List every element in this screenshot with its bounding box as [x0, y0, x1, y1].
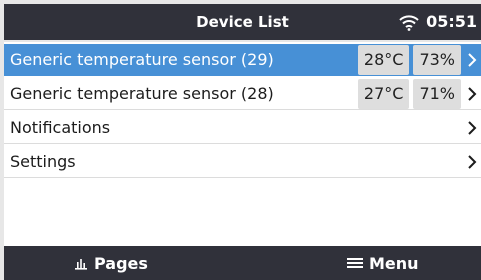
- list-item-notifications[interactable]: Notifications: [4, 112, 481, 144]
- bottom-bar: Pages Menu: [4, 246, 481, 280]
- list-item-label: Generic temperature sensor (29): [10, 50, 274, 69]
- list-item-label: Generic temperature sensor (28): [10, 84, 274, 103]
- temperature-value: 28°C: [357, 44, 410, 75]
- wifi-icon: [399, 15, 419, 31]
- humidity-value: 71%: [413, 78, 461, 109]
- menu-label: Menu: [369, 253, 419, 273]
- clock: 05:51: [426, 12, 477, 31]
- device-list-screen: Device List 05:51 Generic temperature se…: [0, 0, 481, 280]
- chevron-right-icon: [468, 120, 477, 135]
- chevron-right-icon: [468, 52, 477, 67]
- top-bar: Device List 05:51: [4, 4, 481, 40]
- device-list: Generic temperature sensor (29) 28°C 73%…: [4, 42, 481, 246]
- pages-label: Pages: [94, 253, 148, 273]
- humidity-value: 73%: [413, 44, 461, 75]
- bar-chart-icon: [75, 259, 87, 270]
- chevron-right-icon: [468, 154, 477, 169]
- status-area: 05:51: [398, 4, 477, 40]
- list-item-sensor-29[interactable]: Generic temperature sensor (29) 28°C 73%: [4, 44, 481, 76]
- list-item-settings[interactable]: Settings: [4, 146, 481, 178]
- menu-button[interactable]: Menu: [347, 246, 419, 280]
- pages-button[interactable]: Pages: [74, 246, 148, 280]
- temperature-value: 27°C: [357, 78, 410, 109]
- list-item-label: Notifications: [10, 118, 111, 137]
- chevron-right-icon: [468, 86, 477, 101]
- list-item-label: Settings: [10, 152, 76, 171]
- list-item-sensor-28[interactable]: Generic temperature sensor (28) 27°C 71%: [4, 78, 481, 110]
- hamburger-icon: [347, 258, 363, 268]
